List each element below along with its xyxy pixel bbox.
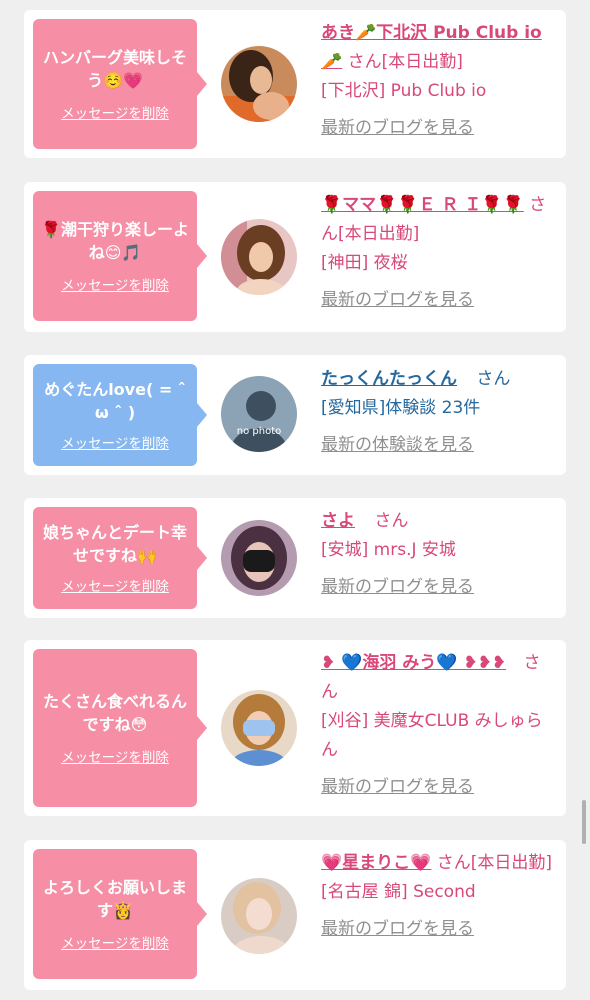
sender-info: 🌹ママ🌹🌹Ｅ Ｒ Ｉ🌹🌹 さん[本日出勤] [神田] 夜桜 最新のブログを見る xyxy=(321,191,555,315)
avatar[interactable] xyxy=(221,520,297,596)
sender-name-link[interactable]: 🌹ママ🌹🌹Ｅ Ｒ Ｉ🌹🌹 xyxy=(321,195,524,215)
avatar[interactable] xyxy=(221,46,297,122)
avatar-photo-icon xyxy=(221,46,297,122)
avatar[interactable] xyxy=(221,878,297,954)
delete-message-link[interactable]: メッセージを削除 xyxy=(61,575,169,595)
message-card: めぐたんlove( = ˆ ω ˆ ) メッセージを削除 no photo たっ… xyxy=(24,355,566,475)
blog-link[interactable]: 最新のブログを見る xyxy=(321,286,555,315)
message-bubble: 🌹潮干狩り楽しーよね😊🎵 メッセージを削除 xyxy=(33,191,207,321)
sender-info: さよ さん [安城] mrs.J 安城 最新のブログを見る xyxy=(321,507,555,602)
delete-message-link[interactable]: メッセージを削除 xyxy=(61,432,169,452)
avatar-photo-icon xyxy=(221,219,297,295)
message-bubble: めぐたんlove( = ˆ ω ˆ ) メッセージを削除 xyxy=(33,364,207,466)
sender-info: あき🥕下北沢 Pub Club io🥕 さん[本日出勤] [下北沢] Pub C… xyxy=(321,19,555,143)
blog-link[interactable]: 最新のブログを見る xyxy=(321,915,555,944)
blog-link[interactable]: 最新のブログを見る xyxy=(321,573,555,602)
avatar-photo-icon xyxy=(221,690,297,766)
sender-status: さん xyxy=(476,369,511,389)
avatar-photo-icon xyxy=(221,520,297,596)
review-link[interactable]: 最新の体験談を見る xyxy=(321,431,555,460)
scrollbar[interactable] xyxy=(582,800,586,844)
no-photo-icon: no photo xyxy=(221,376,297,452)
sender-name-link[interactable]: 💗星まりこ💗 xyxy=(321,853,431,873)
sender-shop: [愛知県]体験談 23件 xyxy=(321,398,481,418)
avatar[interactable]: no photo xyxy=(221,376,297,452)
message-card: よろしくお願いします👸 メッセージを削除 💗星まりこ💗 さん[本日出勤] [名古… xyxy=(24,840,566,990)
sender-shop: [下北沢] Pub Club io xyxy=(321,81,487,101)
delete-message-link[interactable]: メッセージを削除 xyxy=(61,274,169,294)
message-bubble: たくさん食べれるんですね😳 メッセージを削除 xyxy=(33,649,207,807)
delete-message-link[interactable]: メッセージを削除 xyxy=(61,102,169,122)
message-text: 🌹潮干狩り楽しーよね😊🎵 xyxy=(41,220,189,262)
sender-name-link[interactable]: たっくんたっくん xyxy=(321,369,457,389)
sender-info: ❥ 💙海羽 みう💙 ❥❥❥ さん [刈谷] 美魔女CLUB みしゅらん 最新のブ… xyxy=(321,649,555,802)
message-text: 娘ちゃんとデート幸せですね🙌 xyxy=(42,523,187,565)
sender-status: さん xyxy=(374,511,409,531)
delete-message-link[interactable]: メッセージを削除 xyxy=(61,932,169,952)
message-bubble: よろしくお願いします👸 メッセージを削除 xyxy=(33,849,207,979)
sender-info: 💗星まりこ💗 さん[本日出勤] [名古屋 錦] Second 最新のブログを見る xyxy=(321,849,555,944)
sender-info: たっくんたっくん さん [愛知県]体験談 23件 最新の体験談を見る xyxy=(321,365,555,460)
blog-link[interactable]: 最新のブログを見る xyxy=(321,773,555,802)
avatar[interactable] xyxy=(221,219,297,295)
avatar-photo-icon xyxy=(221,878,297,954)
message-card: たくさん食べれるんですね😳 メッセージを削除 ❥ 💙海羽 みう💙 ❥❥❥ さん … xyxy=(24,640,566,816)
sender-shop: [名古屋 錦] Second xyxy=(321,882,476,902)
avatar[interactable] xyxy=(221,690,297,766)
sender-name-link[interactable]: さよ xyxy=(321,511,355,531)
blog-link[interactable]: 最新のブログを見る xyxy=(321,114,555,143)
message-bubble: 娘ちゃんとデート幸せですね🙌 メッセージを削除 xyxy=(33,507,207,609)
message-text: よろしくお願いします👸 xyxy=(42,878,187,920)
delete-message-link[interactable]: メッセージを削除 xyxy=(61,746,169,766)
sender-shop: [安城] mrs.J 安城 xyxy=(321,540,456,560)
message-card: 娘ちゃんとデート幸せですね🙌 メッセージを削除 さよ さん [安城] mrs.J… xyxy=(24,498,566,618)
message-text: たくさん食べれるんですね😳 xyxy=(42,692,187,734)
sender-shop: [刈谷] 美魔女CLUB みしゅらん xyxy=(321,711,543,760)
message-bubble: ハンバーグ美味しそう☺️💗 メッセージを削除 xyxy=(33,19,207,149)
message-text: ハンバーグ美味しそう☺️💗 xyxy=(42,48,187,90)
message-text: めぐたんlove( = ˆ ω ˆ ) xyxy=(44,380,186,422)
message-card: ハンバーグ美味しそう☺️💗 メッセージを削除 あき🥕下北沢 Pub Club i… xyxy=(24,10,566,158)
sender-shop: [神田] 夜桜 xyxy=(321,253,408,273)
sender-name-link[interactable]: ❥ 💙海羽 みう💙 ❥❥❥ xyxy=(321,653,506,673)
sender-status: さん[本日出勤] xyxy=(347,52,463,72)
no-photo-label: no photo xyxy=(237,426,281,437)
message-card: 🌹潮干狩り楽しーよね😊🎵 メッセージを削除 🌹ママ🌹🌹Ｅ Ｒ Ｉ🌹🌹 さん[本日… xyxy=(24,182,566,332)
sender-status: さん[本日出勤] xyxy=(436,853,553,873)
